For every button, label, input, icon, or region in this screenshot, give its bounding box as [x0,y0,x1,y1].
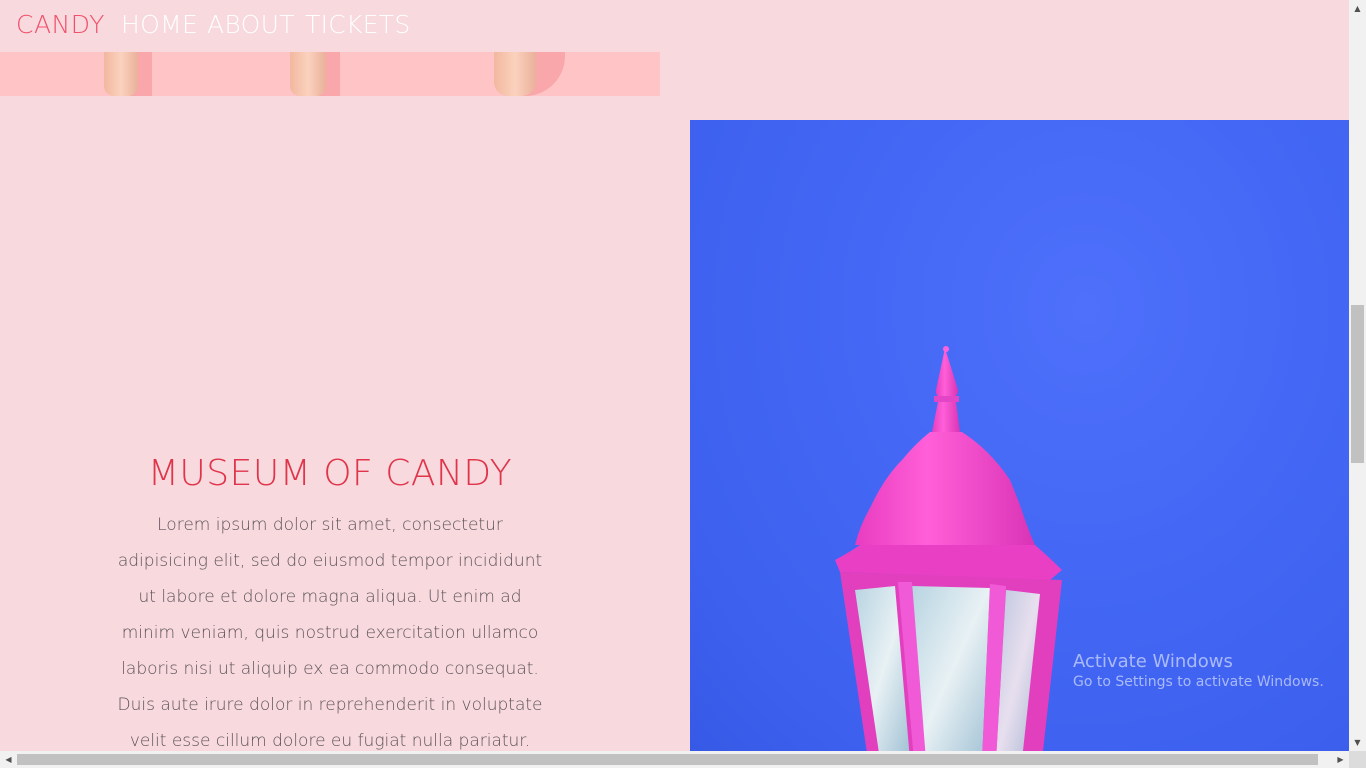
scrollbar-corner [1349,751,1366,768]
nav-link-tickets[interactable]: TICKETS [305,10,411,39]
watermark-title: Activate Windows [1073,651,1233,672]
triangle-up-icon[interactable]: ▲ [1349,0,1366,17]
triangle-left-icon[interactable]: ◀ [0,751,17,768]
top-nav: CANDY HOME ABOUT TICKETS [0,0,1349,52]
watermark-subtitle: Go to Settings to activate Windows. [1073,674,1324,690]
horizontal-scroll-thumb[interactable] [17,754,1318,765]
triangle-down-icon[interactable]: ▼ [1349,734,1366,751]
vertical-scrollbar[interactable]: ▲ ▼ [1349,0,1366,751]
intro-paragraph: Lorem ipsum dolor sit amet, consectetur … [117,515,543,751]
nav-link-home[interactable]: HOME [121,10,198,39]
nav-link-about[interactable]: ABOUT [207,10,295,39]
page-viewport: CANDY HOME ABOUT TICKETS MUSEUM OF CANDY… [0,0,1349,751]
brand-logo[interactable]: CANDY [16,10,105,39]
vertical-scroll-thumb[interactable] [1351,305,1364,463]
windows-activation-watermark: Activate Windows Go to Settings to activ… [1073,651,1324,690]
page-title: MUSEUM OF CANDY [147,453,513,494]
hands-image [0,52,660,96]
horizontal-scrollbar[interactable]: ◀ ▶ [0,751,1349,768]
triangle-right-icon[interactable]: ▶ [1332,751,1349,768]
